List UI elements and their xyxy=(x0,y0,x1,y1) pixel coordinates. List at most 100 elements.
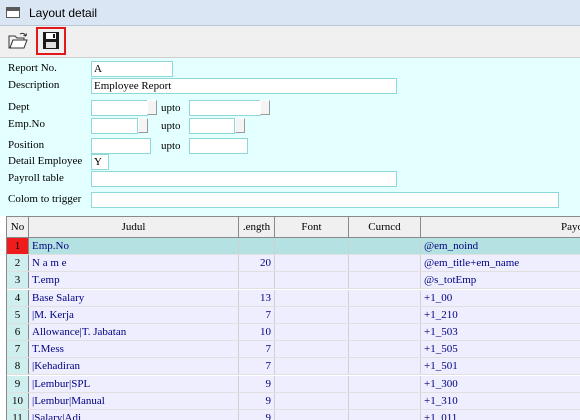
cell-length[interactable] xyxy=(239,238,275,254)
payroll-table-field[interactable] xyxy=(91,171,397,187)
cell-payo[interactable]: +1_00 xyxy=(421,290,580,306)
cell-no[interactable]: 7 xyxy=(7,341,29,358)
cell-payo[interactable]: +1_011 xyxy=(421,410,580,420)
cell-length[interactable] xyxy=(239,272,275,289)
cell-no[interactable]: 2 xyxy=(7,255,29,272)
table-row[interactable]: 9 |Lembur|SPL 9 +1_300 xyxy=(7,375,580,393)
cell-font[interactable] xyxy=(275,238,349,254)
cell-judul[interactable]: |M. Kerja xyxy=(29,306,239,323)
cell-curncd[interactable] xyxy=(349,272,421,289)
cell-curncd[interactable] xyxy=(349,410,421,420)
cell-font[interactable] xyxy=(275,341,349,358)
cell-curncd[interactable] xyxy=(349,392,421,409)
cell-font[interactable] xyxy=(275,392,349,409)
cell-curncd[interactable] xyxy=(349,324,421,340)
cell-length[interactable]: 7 xyxy=(239,341,275,358)
cell-curncd[interactable] xyxy=(349,375,421,392)
cell-no[interactable]: 4 xyxy=(7,289,29,306)
cell-length[interactable]: 9 xyxy=(239,375,275,392)
cell-length[interactable]: 7 xyxy=(239,306,275,323)
col-header-curncd[interactable]: Curncd xyxy=(349,217,421,237)
description-field[interactable]: Employee Report xyxy=(91,78,397,94)
table-row[interactable]: 4 Base Salary 13 +1_00 xyxy=(7,289,580,307)
cell-judul[interactable]: |Lembur|SPL xyxy=(29,375,239,392)
cell-payo[interactable]: +1_501 xyxy=(421,358,580,374)
open-button[interactable] xyxy=(6,30,30,52)
cell-judul[interactable]: T.Mess xyxy=(29,341,239,358)
col-header-payo[interactable]: Payo xyxy=(421,217,580,237)
table-row[interactable]: 10 |Lembur|Manual 9 +1_310 xyxy=(7,392,580,410)
table-row[interactable]: 3 T.emp @s_totEmp xyxy=(7,272,580,290)
cell-payo[interactable]: @em_noind xyxy=(421,238,580,254)
emp-no-to-dropdown[interactable] xyxy=(235,118,245,133)
col-header-judul[interactable]: Judul xyxy=(29,217,239,237)
cell-font[interactable] xyxy=(275,410,349,420)
dept-to-dropdown[interactable] xyxy=(260,100,270,115)
cell-font[interactable] xyxy=(275,324,349,340)
cell-font[interactable] xyxy=(275,255,349,272)
cell-length[interactable]: 7 xyxy=(239,358,275,375)
emp-no-from-field[interactable] xyxy=(91,118,138,134)
cell-judul[interactable]: Emp.No xyxy=(29,238,239,254)
cell-curncd[interactable] xyxy=(349,255,421,272)
cell-no[interactable]: 8 xyxy=(7,358,29,375)
report-no-field[interactable]: A xyxy=(91,61,173,77)
cell-payo[interactable]: +1_310 xyxy=(421,393,580,409)
cell-payo[interactable]: +1_503 xyxy=(421,324,580,340)
detail-employee-field[interactable]: Y xyxy=(91,154,109,170)
cell-payo[interactable]: +1_505 xyxy=(421,341,580,357)
emp-no-to-field[interactable] xyxy=(189,118,235,134)
cell-length[interactable]: 20 xyxy=(239,255,275,272)
table-row[interactable]: 1 Emp.No @em_noind xyxy=(7,238,580,255)
cell-curncd[interactable] xyxy=(349,341,421,358)
cell-font[interactable] xyxy=(275,306,349,323)
cell-no[interactable]: 11 xyxy=(7,410,29,420)
col-header-no[interactable]: No xyxy=(7,217,29,237)
cell-curncd[interactable] xyxy=(349,238,421,254)
position-to-field[interactable] xyxy=(189,138,248,154)
cell-font[interactable] xyxy=(275,358,349,375)
cell-length[interactable]: 10 xyxy=(239,324,275,340)
cell-curncd[interactable] xyxy=(349,289,421,306)
save-button[interactable] xyxy=(36,27,66,55)
cell-judul[interactable]: T.emp xyxy=(29,272,239,289)
cell-judul[interactable]: |Kehadiran xyxy=(29,358,239,375)
cell-length[interactable]: 9 xyxy=(239,392,275,409)
cell-payo[interactable]: @s_totEmp xyxy=(421,272,580,288)
cell-judul[interactable]: N a m e xyxy=(29,255,239,272)
cell-no[interactable]: 1 xyxy=(7,238,29,254)
table-row[interactable]: 5 |M. Kerja 7 +1_210 xyxy=(7,306,580,324)
cell-font[interactable] xyxy=(275,272,349,289)
cell-font[interactable] xyxy=(275,289,349,306)
colom-to-trigger-field[interactable] xyxy=(91,192,559,208)
table-row[interactable]: 2N a m e 20 @em_title+em_name xyxy=(7,255,580,273)
col-header-font[interactable]: Font xyxy=(275,217,349,237)
dept-to-field[interactable] xyxy=(189,100,261,116)
cell-judul[interactable]: Base Salary xyxy=(29,289,239,306)
cell-judul[interactable]: Allowance|T. Jabatan xyxy=(29,324,239,340)
cell-judul[interactable]: |Lembur|Manual xyxy=(29,392,239,409)
dept-from-dropdown[interactable] xyxy=(147,100,157,115)
cell-no[interactable]: 10 xyxy=(7,392,29,409)
cell-no[interactable]: 9 xyxy=(7,375,29,392)
cell-curncd[interactable] xyxy=(349,358,421,375)
cell-no[interactable]: 6 xyxy=(7,324,29,340)
cell-curncd[interactable] xyxy=(349,306,421,323)
cell-length[interactable]: 9 xyxy=(239,410,275,420)
position-from-field[interactable] xyxy=(91,138,151,154)
dept-from-field[interactable] xyxy=(91,100,148,116)
col-header-length[interactable]: .ength xyxy=(239,217,275,237)
cell-font[interactable] xyxy=(275,375,349,392)
cell-no[interactable]: 3 xyxy=(7,272,29,289)
cell-judul[interactable]: |Salary|Adj xyxy=(29,410,239,420)
table-row[interactable]: 6 Allowance|T. Jabatan 10 +1_503 xyxy=(7,324,580,341)
table-row[interactable]: 7 T.Mess 7 +1_505 xyxy=(7,341,580,359)
cell-no[interactable]: 5 xyxy=(7,306,29,323)
table-row[interactable]: 8 |Kehadiran 7 +1_501 xyxy=(7,358,580,376)
cell-payo[interactable]: +1_300 xyxy=(421,376,580,392)
table-row[interactable]: 11 |Salary|Adj 9 +1_011 xyxy=(7,410,580,420)
cell-payo[interactable]: +1_210 xyxy=(421,307,580,323)
cell-payo[interactable]: @em_title+em_name xyxy=(421,255,580,271)
cell-length[interactable]: 13 xyxy=(239,289,275,306)
emp-no-from-dropdown[interactable] xyxy=(138,118,148,133)
